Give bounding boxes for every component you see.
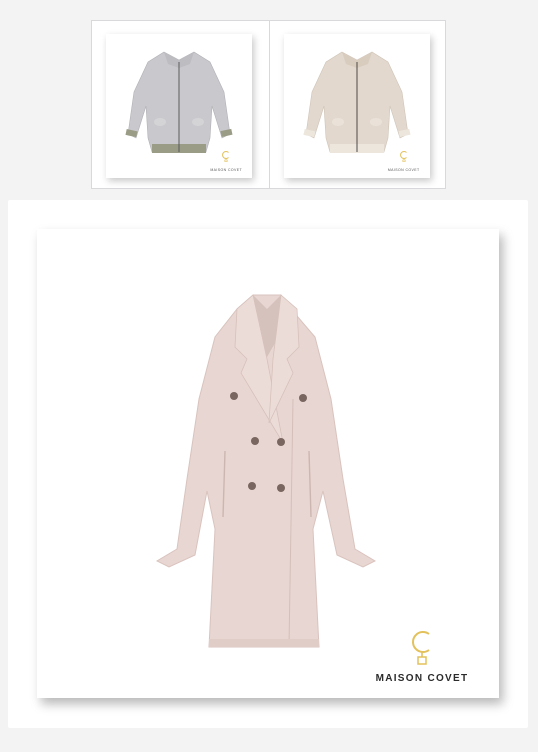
thumbnail-strip: MAISON COVET MAISON COVET [91, 20, 446, 189]
thumbnail-beige-jacket[interactable]: MAISON COVET [268, 21, 446, 188]
brand-logo-text: MAISON COVET [375, 673, 469, 684]
thumbnail-brand-logo: MAISON COVET [388, 149, 420, 172]
thumbnail-card: MAISON COVET [283, 34, 430, 178]
thumbnail-brand-text: MAISON COVET [210, 168, 242, 172]
thumbnail-brand-text: MAISON COVET [387, 168, 420, 172]
brand-c-icon [222, 151, 230, 162]
thumbnail-card: MAISON COVET [106, 34, 252, 178]
brand-logo: MAISON COVET [366, 627, 478, 684]
thumbnail-brand-logo: MAISON COVET [210, 149, 242, 172]
main-product-image[interactable]: MAISON COVET [37, 229, 499, 698]
brand-c-icon [412, 631, 430, 665]
thumbnail-grey-jacket[interactable]: MAISON COVET [92, 21, 269, 188]
brand-c-icon [399, 151, 407, 162]
